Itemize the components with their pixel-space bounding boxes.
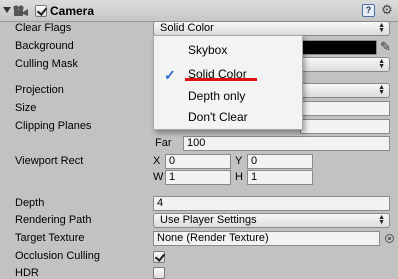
foldout-arrow-icon[interactable] (3, 7, 11, 13)
viewport-y-label: Y (235, 155, 243, 167)
dropdown-arrows-icon: ▲ ▼ (378, 22, 385, 34)
viewport-w-field[interactable]: 1 (165, 170, 231, 185)
clipping-planes-label: Clipping Planes (15, 120, 92, 132)
clear-flags-value: Solid Color (160, 22, 214, 34)
dropdown-arrows-icon: ▲ ▼ (378, 214, 385, 226)
gear-icon[interactable]: ⚙ (380, 3, 394, 17)
clear-flags-dropdown[interactable]: Solid Color ▲ ▼ (153, 21, 390, 36)
viewport-h-field[interactable]: 1 (247, 170, 313, 185)
occlusion-culling-checkbox[interactable] (153, 251, 165, 263)
projection-dropdown[interactable]: ▲ ▼ (300, 83, 390, 98)
viewport-h-label: H (235, 171, 243, 183)
viewport-rect-label: Viewport Rect (15, 155, 84, 167)
dropdown-arrows-icon: ▲ ▼ (378, 84, 385, 96)
far-label: Far (155, 137, 172, 149)
clear-flags-menu: ✓ Skybox Solid Color Depth only Don't Cl… (153, 35, 303, 130)
rendering-path-value: Use Player Settings (160, 214, 257, 226)
viewport-x-label: X (153, 155, 161, 167)
background-color-field[interactable] (300, 40, 377, 55)
rendering-path-label: Rendering Path (15, 214, 92, 226)
size-label: Size (15, 102, 37, 114)
clear-flags-label: Clear Flags (15, 22, 72, 34)
viewport-y-field[interactable]: 0 (247, 154, 313, 169)
help-icon[interactable]: ? (362, 4, 375, 17)
menu-item-depth-only[interactable]: Depth only (188, 89, 245, 103)
background-label: Background (15, 40, 74, 52)
highlight-underline (185, 78, 257, 81)
size-field[interactable] (300, 101, 390, 116)
check-mark-icon: ✓ (164, 67, 176, 83)
viewport-x-field[interactable]: 0 (165, 154, 231, 169)
rendering-path-dropdown[interactable]: Use Player Settings ▲ ▼ (153, 213, 390, 228)
depth-field[interactable]: 4 (153, 196, 390, 211)
depth-label: Depth (15, 197, 45, 209)
eyedropper-icon[interactable]: ✎ (380, 39, 391, 55)
target-texture-label: Target Texture (15, 232, 85, 244)
menu-item-dont-clear[interactable]: Don't Clear (188, 110, 248, 124)
projection-label: Projection (15, 84, 64, 96)
hdr-checkbox[interactable] (153, 267, 165, 279)
dropdown-arrows-icon: ▲ ▼ (378, 58, 385, 70)
viewport-w-label: W (153, 171, 164, 183)
target-texture-field[interactable]: None (Render Texture) (153, 231, 380, 246)
culling-mask-label: Culling Mask (15, 58, 78, 70)
far-field[interactable]: 100 (183, 136, 390, 151)
hdr-label: HDR (15, 267, 39, 279)
component-header: Camera ? ⚙ (0, 0, 398, 22)
menu-item-skybox[interactable]: Skybox (188, 43, 227, 57)
culling-mask-dropdown[interactable]: ▲ ▼ (300, 57, 390, 72)
camera-icon (13, 5, 28, 16)
component-title: Camera (50, 4, 95, 18)
object-picker-icon[interactable] (385, 234, 394, 243)
occlusion-culling-label: Occlusion Culling (15, 250, 100, 262)
clipping-near-field[interactable] (300, 119, 390, 134)
component-enabled-checkbox[interactable] (35, 5, 47, 17)
